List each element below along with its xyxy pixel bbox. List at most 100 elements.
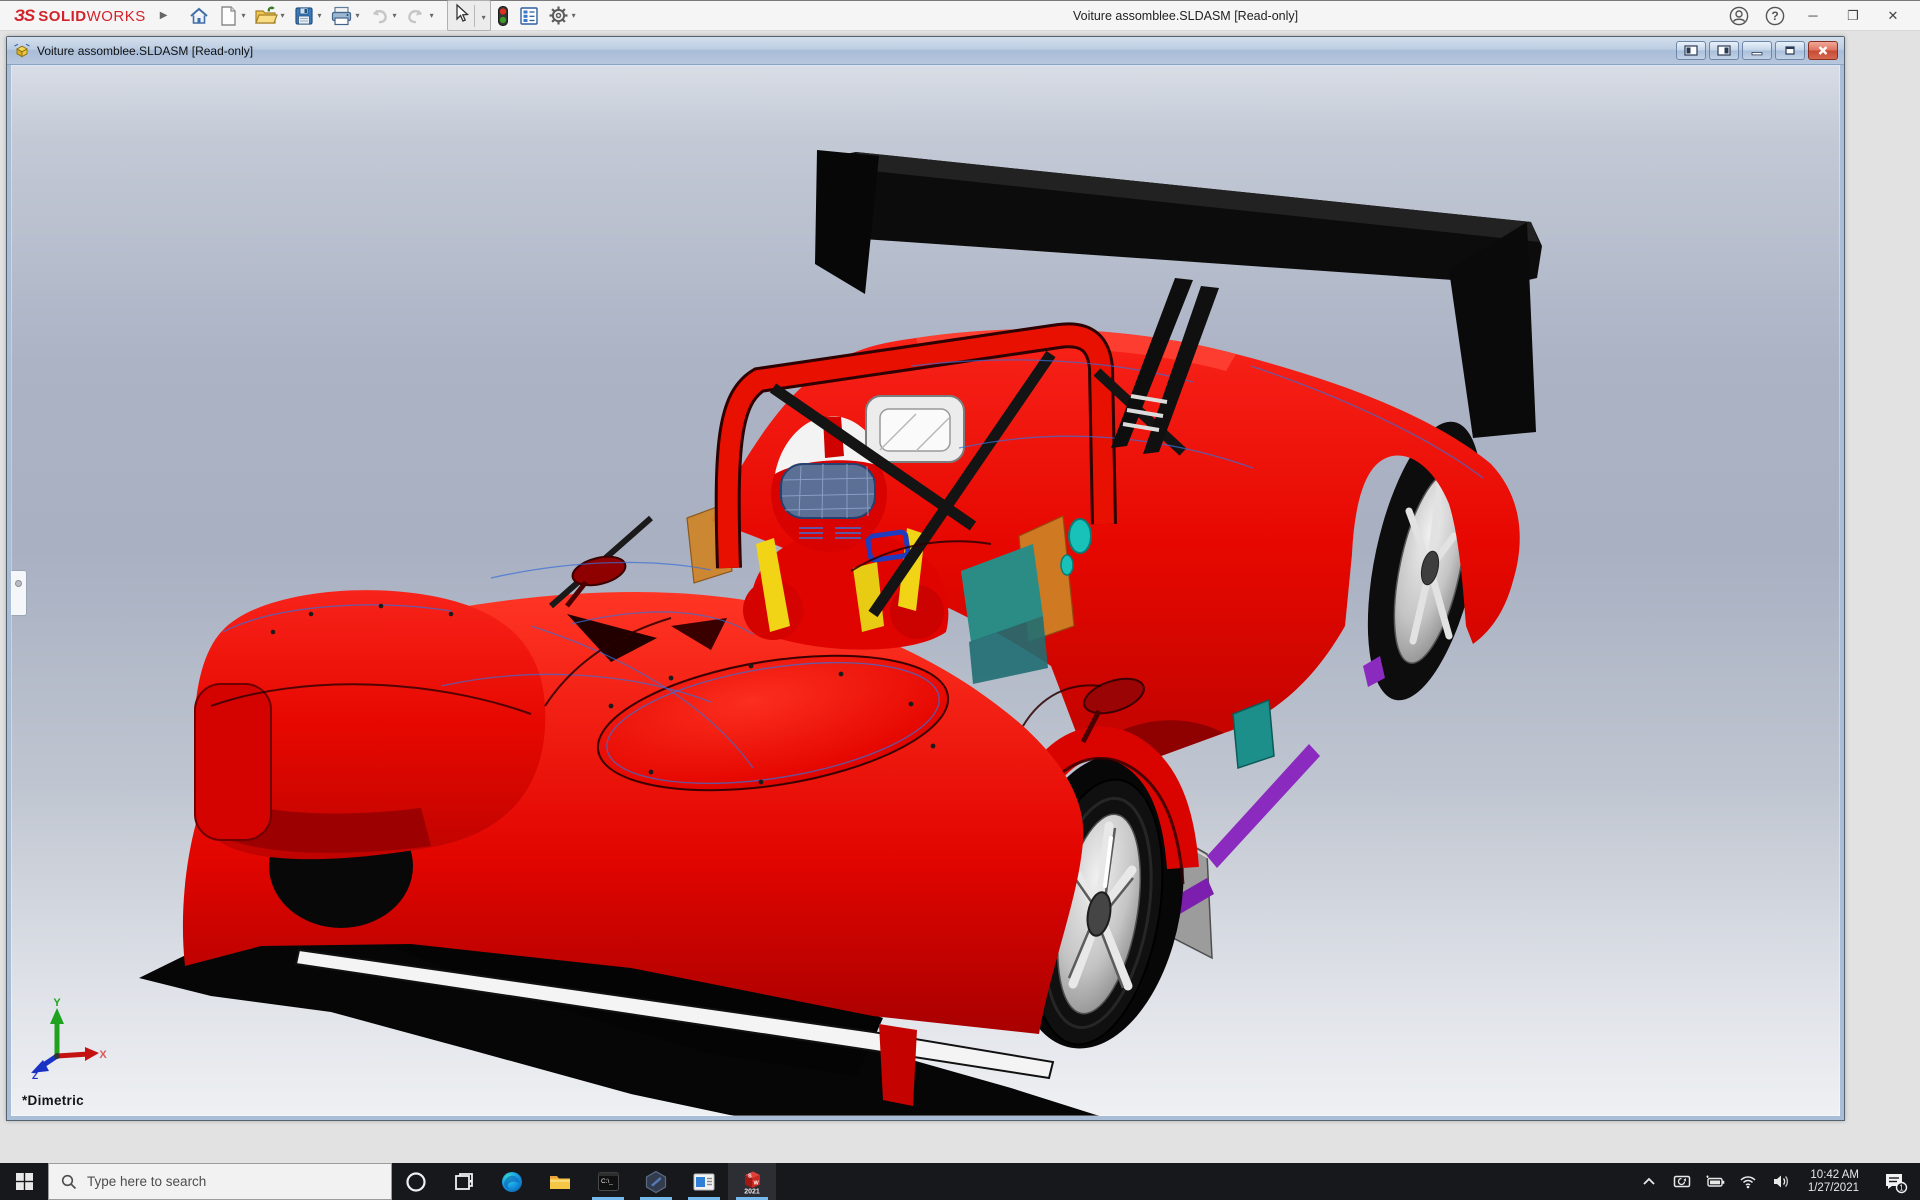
properties-list-icon (518, 5, 540, 27)
x-axis-label: X (99, 1049, 107, 1061)
volume-icon (1772, 1174, 1790, 1189)
cortana-icon (405, 1171, 427, 1193)
workspace-background: Voiture assomblee.SLDASM [Read-only] (0, 31, 1920, 1163)
side-skirt-purple[interactable] (1207, 744, 1320, 868)
select-tool-button[interactable] (448, 1, 474, 30)
y-axis-arrow (50, 1008, 64, 1024)
z-axis-label: Z (32, 1071, 38, 1080)
start-button[interactable] (0, 1163, 48, 1200)
tray-display-button[interactable] (1670, 1174, 1694, 1190)
redo-caret[interactable]: ▾ (430, 11, 434, 20)
chevron-up-icon (1642, 1175, 1656, 1189)
tray-wifi-button[interactable] (1736, 1175, 1760, 1189)
clock-time: 10:42 AM (1808, 1169, 1859, 1182)
tray-chevron-button[interactable] (1637, 1175, 1661, 1189)
doc-close-button[interactable] (1808, 41, 1838, 60)
taskbar-task-view-button[interactable] (440, 1163, 488, 1200)
notification-center-button[interactable]: 1 (1874, 1170, 1916, 1194)
tray-battery-button[interactable] (1703, 1175, 1727, 1189)
notification-icon: 1 (1882, 1170, 1908, 1194)
pane-right-icon (1717, 45, 1731, 56)
select-tool-caret[interactable]: ▾ (474, 5, 490, 27)
help-icon[interactable]: ? (1764, 5, 1786, 27)
pane-pin-dot (15, 580, 22, 587)
wifi-icon (1739, 1175, 1757, 1189)
viewport-3d-scene[interactable] (11, 66, 1840, 1116)
splitter-support-red (879, 1024, 917, 1106)
close-button[interactable]: ✕ (1880, 8, 1906, 24)
search-icon (61, 1174, 77, 1190)
taskbar-search-box[interactable]: Type here to search (48, 1163, 392, 1200)
doc-restore-button[interactable] (1775, 41, 1805, 60)
clock-date: 1/27/2021 (1808, 1182, 1859, 1195)
minimize-button[interactable]: ─ (1800, 8, 1826, 23)
doc-pane-right-button[interactable] (1709, 41, 1739, 60)
taskbar-cortana-button[interactable] (392, 1163, 440, 1200)
undo-button[interactable]: ▾ (365, 4, 400, 28)
home-button[interactable] (185, 3, 213, 29)
command-prompt-icon: C:\_ (597, 1170, 620, 1193)
wing-endplate-left (815, 150, 879, 294)
properties-list-button[interactable] (515, 3, 543, 29)
new-document-caret[interactable]: ▾ (241, 11, 245, 20)
document-title: Voiture assomblee.SLDASM [Read-only] (37, 44, 253, 58)
task-view-icon (453, 1171, 475, 1193)
taskbar-system-window-button[interactable] (680, 1163, 728, 1200)
options-caret[interactable]: ▾ (572, 11, 576, 20)
intake-box[interactable] (866, 396, 964, 462)
file-explorer-icon (548, 1170, 572, 1194)
app-window-controls: ? ─ ❐ ✕ (1728, 5, 1906, 27)
taskbar-solidworks-button[interactable]: SW2021 (728, 1163, 776, 1200)
teal-fitting-small[interactable] (1061, 555, 1073, 575)
save-button[interactable]: ▾ (290, 3, 325, 29)
app-window-title: Voiture assomblee.SLDASM [Read-only] (1073, 1, 1298, 31)
teal-fitting-large[interactable] (1069, 519, 1091, 553)
save-caret[interactable]: ▾ (318, 11, 322, 20)
x-axis-arrow (85, 1047, 99, 1061)
rebuild-traffic-light-button[interactable] (493, 3, 513, 29)
tray-volume-button[interactable] (1769, 1174, 1793, 1189)
pane-left-icon (1684, 45, 1698, 56)
open-button[interactable]: ▾ (251, 3, 288, 29)
feature-manager-collapsed-tab[interactable] (11, 570, 27, 616)
system-tray: 10:42 AM 1/27/2021 1 (1637, 1163, 1920, 1200)
document-window-controls (1676, 41, 1838, 60)
print-caret[interactable]: ▾ (356, 11, 360, 20)
menu-flyout-arrow-icon[interactable]: ▶ (160, 10, 168, 21)
svg-text:S: S (748, 1173, 752, 1179)
options-button[interactable]: ▾ (545, 3, 579, 28)
left-fender-face-panel[interactable] (195, 684, 271, 840)
svg-text:C:\_: C:\_ (601, 1178, 613, 1185)
windows-taskbar: Type here to search C:\_ SW2021 (0, 1163, 1920, 1200)
sign-in-user-icon[interactable] (1728, 5, 1750, 27)
new-document-button[interactable]: ▾ (215, 3, 248, 29)
taskbar-file-explorer-button[interactable] (536, 1163, 584, 1200)
restore-button[interactable]: ❐ (1840, 8, 1866, 24)
save-icon (293, 5, 315, 27)
undo-caret[interactable]: ▾ (393, 11, 397, 20)
taskbar-clock[interactable]: 10:42 AM 1/27/2021 (1802, 1169, 1865, 1195)
doc-restore-icon (1784, 45, 1796, 56)
print-button[interactable]: ▾ (327, 3, 363, 29)
view-orientation-label: *Dimetric (22, 1093, 84, 1108)
windows-logo-icon (16, 1173, 33, 1190)
search-placeholder: Type here to search (87, 1174, 206, 1189)
solidworks-2021-icon: SW2021 (739, 1169, 765, 1195)
taskbar-hex-app-button[interactable] (632, 1163, 680, 1200)
undo-icon (368, 6, 390, 26)
notification-badge-count: 1 (1899, 1183, 1904, 1192)
document-titlebar[interactable]: Voiture assomblee.SLDASM [Read-only] (7, 37, 1844, 65)
redo-button[interactable]: ▾ (402, 4, 437, 28)
taskbar-command-prompt-button[interactable]: C:\_ (584, 1163, 632, 1200)
home-icon (188, 5, 210, 27)
svg-text:?: ? (1771, 9, 1778, 23)
open-caret[interactable]: ▾ (281, 11, 285, 20)
hexagon-app-icon (644, 1170, 668, 1194)
orientation-triad: Y X Z (23, 996, 109, 1080)
solidworks-logo: ЗS SOLID WORKS (14, 6, 146, 26)
doc-pane-left-button[interactable] (1676, 41, 1706, 60)
print-icon (330, 5, 353, 27)
doc-minimize-button[interactable] (1742, 41, 1772, 60)
graphics-viewport[interactable]: Y X Z *Dimetric (11, 65, 1840, 1116)
taskbar-edge-button[interactable] (488, 1163, 536, 1200)
